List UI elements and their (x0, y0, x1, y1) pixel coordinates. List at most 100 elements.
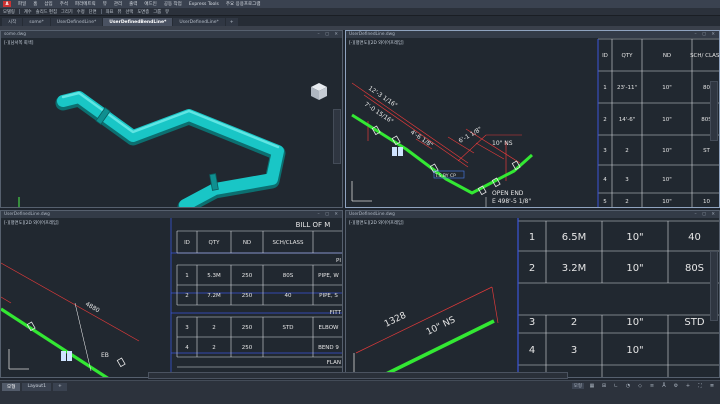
table-cell: STD (282, 325, 293, 331)
menu-item[interactable]: 공동 작업 (164, 1, 182, 7)
nav-bar[interactable] (333, 109, 341, 164)
doc-tab-start[interactable]: 시작 (2, 18, 23, 26)
table-header-cell: ID (184, 240, 190, 246)
snap-icon[interactable]: ⊞ (600, 383, 608, 389)
table-cell: 40 (285, 293, 292, 299)
drawing-canvas[interactable]: 1328 10" NS 1 6.5M 10" 40 2 3.2M 10" 80S 3 2 10" ST… (346, 211, 720, 378)
new-tab-button[interactable]: + (225, 18, 238, 26)
menu-item[interactable]: 출력 (129, 1, 137, 7)
window-controls[interactable]: – ▢ ✕ (317, 31, 340, 38)
table-cell: 2 (185, 293, 189, 299)
ribbon-item[interactable]: 계수 (24, 9, 32, 15)
table-cell: 250 (242, 293, 253, 299)
ribbon-item[interactable]: 뷰 (117, 9, 121, 15)
drawing-canvas[interactable]: 4880 EB BILL OF M ID QTY ND SCH/CLASS 1 5.3M 25… (1, 211, 343, 378)
ribbon-item[interactable]: 도면층 (137, 9, 149, 15)
table-section-label: FLAN (327, 360, 341, 366)
drawing-canvas[interactable]: 12'-3 1/16" 7'-0 15/16" 4'-6 1/8" 6'-1 1… (346, 31, 720, 208)
workspace-gear-icon[interactable]: ⚙ (672, 383, 680, 389)
table-cell: 250 (242, 273, 253, 279)
table-cell: 2 (212, 345, 216, 351)
ribbon-item[interactable]: 뷰 (165, 9, 169, 15)
add-layout-button[interactable]: + (53, 383, 67, 391)
table-cell: 2 (212, 325, 216, 331)
ribbon-item[interactable]: 솔리드 편집 (36, 9, 57, 15)
viewport-isometric[interactable]: 12'-3 1/16" 7'-0 15/16" 4'-6 1/8" 6'-1 1… (345, 30, 720, 208)
menu-item[interactable]: 파일 (18, 1, 26, 7)
menu-item[interactable]: 홈 (33, 1, 37, 7)
layout-tab-model[interactable]: 모형 (2, 383, 21, 391)
customize-menu-icon[interactable]: ≣ (708, 383, 716, 389)
layout-tabs: 모형 Layout1 + (2, 383, 67, 391)
document-tabs: 시작 some* UserDefinedLine* UserDefinedBen… (0, 16, 720, 26)
valve-marker (398, 147, 403, 156)
menu-item[interactable]: 삽입 (44, 1, 52, 7)
command-line[interactable] (148, 372, 568, 379)
ribbon-item[interactable]: 선택 (125, 9, 133, 15)
bom-title: BILL OF M (296, 221, 331, 229)
grid-icon[interactable]: ▦ (588, 383, 596, 389)
model-mode-toggle[interactable]: 모형 (571, 383, 584, 389)
table-cell: STD (684, 317, 704, 328)
window-controls[interactable]: – ▢ ✕ (694, 31, 717, 38)
ribbon-item[interactable]: 단면 (89, 9, 97, 15)
osnap-icon[interactable]: ◇ (636, 383, 644, 389)
window-controls[interactable]: – ▢ ✕ (694, 211, 717, 218)
viewport-title-bar[interactable]: UserDefinedLine.dwg – ▢ ✕ (1, 211, 342, 218)
viewport-view-label[interactable]: [-][남서쪽 회색] (4, 40, 33, 46)
plus-icon[interactable]: + (684, 383, 692, 389)
viewport-title-bar[interactable]: UserDefinedLine.dwg – ▢ ✕ (346, 31, 719, 38)
ribbon-item[interactable]: 모델링 (3, 9, 15, 15)
ortho-icon[interactable]: ∟ (612, 383, 620, 389)
viewport-view-label[interactable]: [-][평면도][2D 와이어프레임] (4, 220, 59, 226)
layout-tab-layout1[interactable]: Layout1 (22, 383, 51, 391)
table-cell: ELBOW (319, 325, 340, 331)
drawing-canvas[interactable] (1, 31, 343, 208)
table-cell: 80S (283, 273, 294, 279)
menu-item[interactable]: 뷰 (103, 1, 107, 7)
app-logo[interactable]: A (3, 1, 11, 7)
ribbon-item[interactable]: 그룹 (153, 9, 161, 15)
ribbon-item[interactable]: 그리기 (61, 9, 73, 15)
menu-item[interactable]: 파라메트릭 (75, 1, 96, 7)
menu-item[interactable]: 주석 (60, 1, 68, 7)
window-controls[interactable]: – ▢ ✕ (317, 211, 340, 218)
doc-tab[interactable]: UserDefinedLine* (50, 18, 103, 26)
viewport-file-name: UserDefinedLine.dwg (4, 212, 50, 217)
menu-item[interactable]: 관리 (114, 1, 122, 7)
fitting-marker (116, 357, 126, 368)
table-cell: 10 (703, 199, 710, 205)
doc-tab[interactable]: UserDefinedLine* (173, 18, 225, 26)
tag-label: T.S.BY CP (434, 173, 456, 179)
polar-icon[interactable]: ◔ (624, 383, 632, 389)
table-cell: 4 (185, 345, 189, 351)
viewport-3d-pipe[interactable]: some.dwg – ▢ ✕ [-][남서쪽 회색] (0, 30, 343, 208)
viewport-view-label[interactable]: [-][평면도][2D 와이어프레임] (349, 40, 404, 46)
menu-bar: A 파일 홈 삽입 주석 파라메트릭 뷰 관리 출력 애드인 공동 작업 Exp… (0, 0, 720, 8)
nav-bar[interactable] (710, 81, 718, 141)
menu-item[interactable]: 애드인 (144, 1, 156, 7)
table-header-cell: QTY (621, 53, 633, 59)
dimension-label: 4'-6 1/8" (409, 129, 434, 149)
menu-item[interactable]: 주요 응용프로그램 (226, 1, 261, 7)
ribbon-item[interactable]: 좌표 (106, 9, 114, 15)
tag-label: EB (101, 352, 109, 359)
status-bar: 모형 Layout1 + 모형 ▦ ⊞ ∟ ◔ ◇ ≡ Å ⚙ + ⛶ ≣ (0, 380, 720, 404)
table-cell: ST (703, 148, 710, 154)
fullscreen-icon[interactable]: ⛶ (696, 383, 704, 389)
status-icons: 모형 ▦ ⊞ ∟ ◔ ◇ ≡ Å ⚙ + ⛶ ≣ (571, 383, 716, 389)
menu-item[interactable]: Express Tools (189, 2, 219, 7)
ribbon-item[interactable]: 수정 (77, 9, 85, 15)
nav-bar[interactable] (710, 251, 718, 321)
viewport-title-bar[interactable]: UserDefinedLine.dwg – ▢ ✕ (346, 211, 719, 218)
doc-tab-active[interactable]: UserDefinedBendLine* (103, 18, 173, 26)
annotation-scale-icon[interactable]: Å (660, 383, 668, 389)
viewport-plan-bom[interactable]: 4880 EB BILL OF M ID QTY ND SCH/CLASS 1 5.3M 25… (0, 210, 343, 378)
dimension-label: 6'-1 1/8" (458, 126, 484, 145)
view-cube-icon (311, 83, 327, 100)
viewport-zoomed-bom[interactable]: 1328 10" NS 1 6.5M 10" 40 2 3.2M 10" 80S 3 2 10" ST… (345, 210, 720, 378)
viewport-view-label[interactable]: [-][평면도][2D 와이어프레임] (349, 220, 404, 226)
doc-tab[interactable]: some* (23, 18, 50, 26)
viewport-title-bar[interactable]: some.dwg – ▢ ✕ (1, 31, 342, 38)
lineweight-icon[interactable]: ≡ (648, 383, 656, 389)
